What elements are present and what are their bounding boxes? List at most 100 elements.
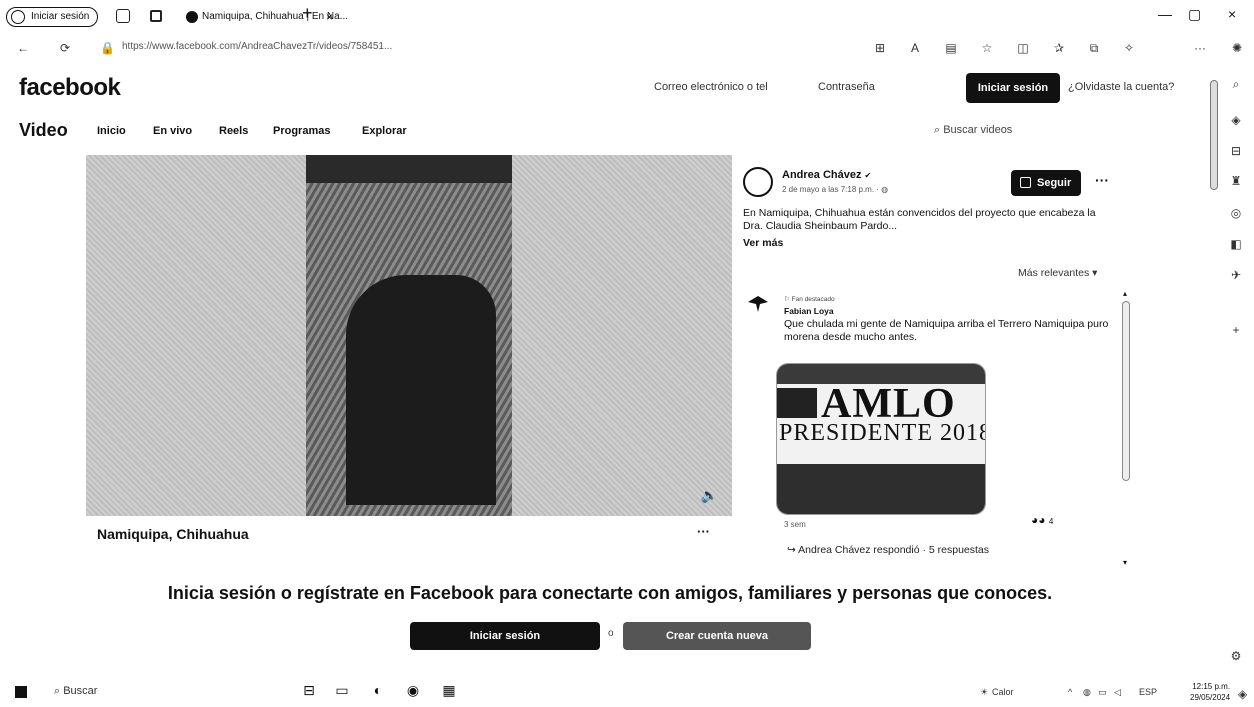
tab-active[interactable]: Namiquipa, Chihuahua | En Na... × <box>180 6 380 30</box>
store-icon[interactable]: ▦ <box>440 682 458 698</box>
create-account-button[interactable]: Crear cuenta nueva <box>623 622 811 650</box>
nav-inicio[interactable]: Inicio <box>97 125 126 137</box>
extensions-icon[interactable]: ✧ <box>1122 41 1136 55</box>
edge-icon[interactable]: ◐ <box>369 682 387 698</box>
reaction-count: 4 <box>1048 517 1054 526</box>
profile-button[interactable]: Iniciar sesión <box>6 7 99 27</box>
comment-sort-dropdown[interactable]: Más relevantes ▾ <box>1018 267 1097 279</box>
post-date-text: 2 de mayo a las 7:18 p.m. · <box>782 185 882 194</box>
tab-actions-icon[interactable] <box>150 10 162 22</box>
immersive-reader-icon[interactable]: ▤ <box>944 41 958 55</box>
facebook-logo[interactable]: facebook <box>19 74 121 102</box>
close-window-button[interactable]: × <box>1228 6 1236 22</box>
page-scrollbar[interactable] <box>1210 80 1218 190</box>
comments-scrollbar[interactable] <box>1122 301 1130 481</box>
comment-sort-label: Más relevantes <box>1018 267 1090 279</box>
author-avatar[interactable] <box>743 167 773 197</box>
reaction-summary[interactable]: ◕◕ 4 <box>1031 513 1053 527</box>
post-date: 2 de mayo a las 7:18 p.m. · ◍ <box>782 185 888 194</box>
login-button[interactable]: Iniciar sesión <box>966 73 1060 103</box>
briefcase-icon[interactable]: ⊟ <box>1228 143 1244 159</box>
maximize-button[interactable]: ▢ <box>1188 6 1201 23</box>
outlook-icon[interactable]: ◧ <box>1228 236 1244 252</box>
windows-start-icon[interactable] <box>15 686 27 698</box>
post-more-button[interactable]: ··· <box>1095 172 1109 188</box>
favorites-icon[interactable]: ✰ <box>1052 41 1066 55</box>
video-section-title: Video <box>19 120 68 140</box>
commenter-avatar[interactable] <box>746 292 770 314</box>
scroll-up-icon[interactable]: ▴ <box>1123 289 1127 298</box>
clock[interactable]: 12:15 p.m. 29/05/2024 <box>1190 681 1230 703</box>
image-bottom-band <box>777 464 985 514</box>
comment-image[interactable]: AMLO PRESIDENTE 2018 <box>776 363 986 515</box>
nav-explorar[interactable]: Explorar <box>362 125 407 137</box>
email-field[interactable]: Correo electrónico o tel <box>654 81 768 93</box>
task-view-icon[interactable]: ⊟ <box>300 682 318 698</box>
back-icon[interactable]: ← <box>16 41 30 55</box>
refresh-icon[interactable]: ⟳ <box>58 41 72 55</box>
battery-icon[interactable]: ▭ <box>1098 687 1107 698</box>
commenter-name[interactable]: Fabian Loya <box>784 306 834 316</box>
follow-icon <box>1020 177 1031 188</box>
volume-tray-icon[interactable]: ◁ <box>1114 687 1121 698</box>
forgot-account-link[interactable]: ¿Olvidaste la cuenta? <box>1068 81 1174 93</box>
nav-reels[interactable]: Reels <box>219 125 248 137</box>
app-available-icon[interactable]: ⊞ <box>873 41 887 55</box>
chess-icon[interactable]: ♜ <box>1228 173 1244 189</box>
tray-chevron-icon[interactable]: ^ <box>1068 687 1072 697</box>
language-indicator[interactable]: ESP <box>1139 687 1157 697</box>
banner-login-button[interactable]: Iniciar sesión <box>410 622 600 650</box>
image-dark-block <box>777 388 817 418</box>
notification-icon[interactable]: ◈ <box>1238 687 1247 701</box>
comment-text: Que chulada mi gente de Namiquipa arriba… <box>784 318 1109 343</box>
comment-time[interactable]: 3 sem <box>784 520 806 529</box>
file-explorer-icon[interactable]: ▭ <box>333 682 351 698</box>
nav-programas[interactable]: Programas <box>273 125 330 137</box>
scroll-down-icon[interactable]: ▾ <box>1123 558 1127 567</box>
tag-icon[interactable]: ◈ <box>1228 112 1244 128</box>
reply-arrow-icon: ↪ <box>787 544 799 556</box>
video-player[interactable]: 🔈 <box>86 155 732 516</box>
tab-close-icon[interactable]: × <box>326 6 333 28</box>
video-more-button[interactable]: ··· <box>697 524 710 539</box>
new-tab-button[interactable]: + <box>302 3 313 24</box>
workspaces-icon[interactable] <box>116 9 130 23</box>
drop-icon[interactable]: ✈ <box>1228 267 1244 283</box>
profile-label: Iniciar sesión <box>31 11 90 22</box>
volume-icon[interactable]: 🔈 <box>701 487 718 504</box>
video-person-silhouette <box>346 275 496 505</box>
search-sidebar-icon[interactable]: ⌕ <box>1228 76 1244 92</box>
replies-link[interactable]: ↪ Andrea Chávez respondió · 5 respuestas <box>787 544 989 556</box>
taskbar-search-label: Buscar <box>63 685 98 697</box>
network-icon[interactable]: ◍ <box>1083 687 1091 698</box>
follow-button[interactable]: Seguir <box>1011 170 1081 196</box>
replies-summary: Andrea Chávez respondió · 5 respuestas <box>798 544 990 556</box>
split-screen-icon[interactable]: ◫ <box>1016 41 1030 55</box>
chrome-icon[interactable]: ◉ <box>404 682 422 698</box>
add-sidebar-icon[interactable]: + <box>1228 322 1244 338</box>
video-top-band <box>306 155 512 183</box>
author-name[interactable]: Andrea Chávez ✔ <box>782 169 871 181</box>
office-icon[interactable]: ◎ <box>1228 205 1244 221</box>
weather-label[interactable]: Calor <box>992 687 1014 697</box>
video-frame <box>306 155 512 516</box>
search-videos-input[interactable]: ⌕ Buscar videos <box>934 124 1012 137</box>
settings-icon[interactable]: ⚙ <box>1228 648 1244 664</box>
copilot-icon[interactable]: ✺ <box>1230 41 1244 55</box>
favorite-star-icon[interactable]: ☆ <box>980 41 994 55</box>
fan-badge: ⚐ Fan destacado <box>784 296 835 303</box>
post-text: En Namiquipa, Chihuahua están convencido… <box>743 207 1096 232</box>
password-field[interactable]: Contraseña <box>818 81 875 93</box>
weather-icon[interactable]: ☀ <box>980 687 988 698</box>
see-more-link[interactable]: Ver más <box>743 237 783 249</box>
collections-icon[interactable]: ⧉ <box>1087 41 1101 55</box>
url-field[interactable]: https://www.facebook.com/AndreaChavezTr/… <box>122 41 392 52</box>
taskbar-search[interactable]: ⌕ Buscar <box>54 685 97 698</box>
minimize-button[interactable]: — <box>1158 6 1172 22</box>
nav-en-vivo[interactable]: En vivo <box>153 125 192 137</box>
more-menu-icon[interactable]: ··· <box>1193 41 1207 55</box>
lock-icon[interactable]: 🔒 <box>100 41 115 55</box>
read-aloud-icon[interactable]: A <box>908 41 922 55</box>
clock-date: 29/05/2024 <box>1190 693 1231 702</box>
clock-time: 12:15 p.m. <box>1192 682 1231 691</box>
